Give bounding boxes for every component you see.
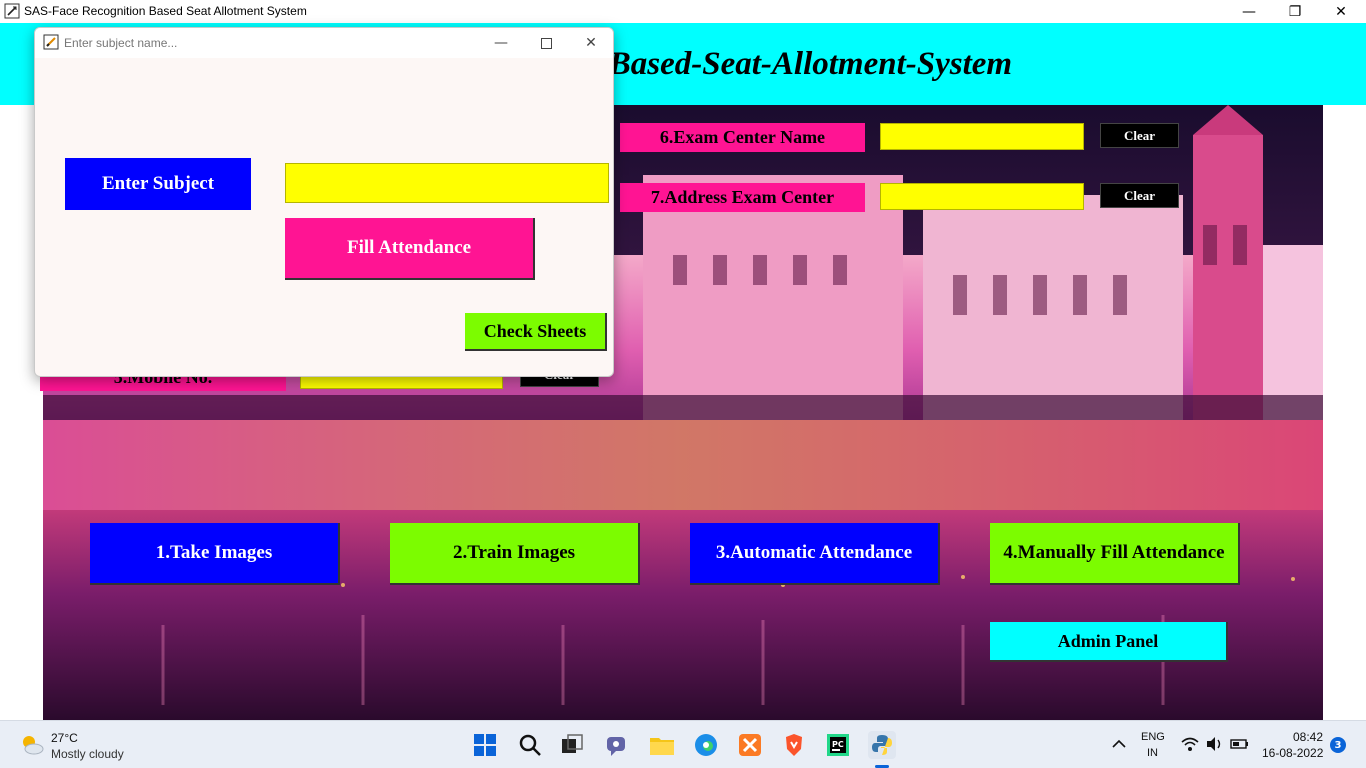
enter-subject-label: Enter Subject <box>65 158 251 210</box>
subject-input[interactable] <box>285 163 609 203</box>
exam-center-label: 6.Exam Center Name <box>620 123 865 152</box>
notification-badge[interactable]: 3 <box>1330 737 1346 753</box>
dialog-minimize-button[interactable]: — <box>478 31 524 55</box>
address-label: 7.Address Exam Center <box>620 183 865 212</box>
weather-description: Mostly cloudy <box>51 747 124 761</box>
admin-panel-button[interactable]: Admin Panel <box>990 622 1228 662</box>
weather-widget[interactable] <box>18 731 46 759</box>
close-icon: ✕ <box>585 35 597 51</box>
train-images-button[interactable]: 2.Train Images <box>390 523 640 585</box>
show-hidden-icons-button[interactable] <box>1110 735 1128 753</box>
task-view-icon[interactable] <box>558 731 586 759</box>
dialog-feather-icon <box>43 34 59 50</box>
minimize-icon: — <box>494 35 508 51</box>
dialog-titlebar: Enter subject name... — ✕ <box>35 28 613 58</box>
close-icon: ✕ <box>1335 3 1347 20</box>
language-line1[interactable]: ENG <box>1141 731 1165 743</box>
edge-icon[interactable] <box>692 731 720 759</box>
main-titlebar: SAS-Face Recognition Based Seat Allotmen… <box>0 0 1366 23</box>
cloudy-weather-icon <box>23 736 44 755</box>
dialog-title: Enter subject name... <box>64 36 178 50</box>
close-button[interactable]: ✕ <box>1318 0 1364 23</box>
xampp-icon[interactable] <box>736 731 764 759</box>
clock-time[interactable]: 08:42 <box>1293 730 1323 744</box>
dialog-maximize-button[interactable] <box>523 31 569 55</box>
clear-address-button[interactable]: Clear <box>1100 183 1179 208</box>
minimize-button[interactable]: — <box>1226 0 1272 23</box>
maximize-icon <box>540 37 552 49</box>
maximize-icon: ❐ <box>1288 3 1302 20</box>
subject-dialog: Enter subject name... — ✕ Enter Subject … <box>34 27 614 377</box>
pycharm-icon[interactable]: PC <box>824 731 852 759</box>
maximize-button[interactable]: ❐ <box>1272 0 1318 23</box>
exam-center-input[interactable] <box>880 123 1084 150</box>
window-title: SAS-Face Recognition Based Seat Allotmen… <box>24 4 307 18</box>
battery-icon[interactable] <box>1230 735 1250 753</box>
clock-date[interactable]: 16-08-2022 <box>1262 746 1323 760</box>
language-line2[interactable]: IN <box>1147 747 1158 759</box>
address-input[interactable] <box>880 183 1084 210</box>
clear-exam-center-button[interactable]: Clear <box>1100 123 1179 148</box>
start-icon[interactable] <box>471 731 499 759</box>
taskbar: 27°C Mostly cloudy PC ENG IN 08:42 16-08… <box>0 720 1366 768</box>
volume-icon[interactable] <box>1205 735 1225 753</box>
chat-icon[interactable] <box>603 731 631 759</box>
dialog-close-button[interactable]: ✕ <box>568 31 613 55</box>
app-feather-icon <box>4 3 20 19</box>
python-icon[interactable] <box>868 731 896 759</box>
fill-attendance-button[interactable]: Fill Attendance <box>285 218 535 280</box>
search-icon[interactable] <box>516 731 544 759</box>
svg-text:PC: PC <box>832 740 844 749</box>
file-explorer-icon[interactable] <box>648 731 676 759</box>
minimize-icon: — <box>1242 3 1256 20</box>
automatic-attendance-button[interactable]: 3.Automatic Attendance <box>690 523 940 585</box>
take-images-button[interactable]: 1.Take Images <box>90 523 340 585</box>
weather-temperature: 27°C <box>51 731 78 745</box>
wifi-icon[interactable] <box>1180 735 1200 753</box>
check-sheets-button[interactable]: Check Sheets <box>465 313 607 351</box>
chevron-up-icon <box>1112 739 1126 748</box>
manual-attendance-button[interactable]: 4.Manually Fill Attendance <box>990 523 1240 585</box>
brave-icon[interactable] <box>780 731 808 759</box>
